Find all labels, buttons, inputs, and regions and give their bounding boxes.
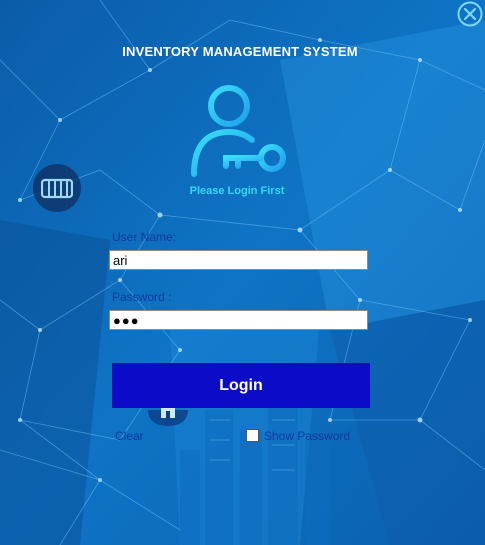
clear-button[interactable]: Clear — [115, 429, 144, 443]
login-button[interactable]: Login — [112, 363, 370, 408]
password-input[interactable] — [109, 310, 368, 330]
close-icon — [457, 1, 483, 27]
show-password-checkbox[interactable] — [246, 429, 259, 442]
username-input[interactable] — [109, 250, 368, 270]
warehouse-icon — [41, 178, 73, 199]
side-badge — [33, 164, 81, 212]
password-label: Password : — [112, 290, 172, 304]
app-title: INVENTORY MANAGEMENT SYSTEM — [122, 44, 358, 59]
show-password-label[interactable]: Show Password — [264, 429, 350, 443]
user-key-icon — [191, 85, 286, 177]
close-button[interactable] — [456, 0, 485, 29]
username-label: User Name: — [112, 230, 177, 244]
